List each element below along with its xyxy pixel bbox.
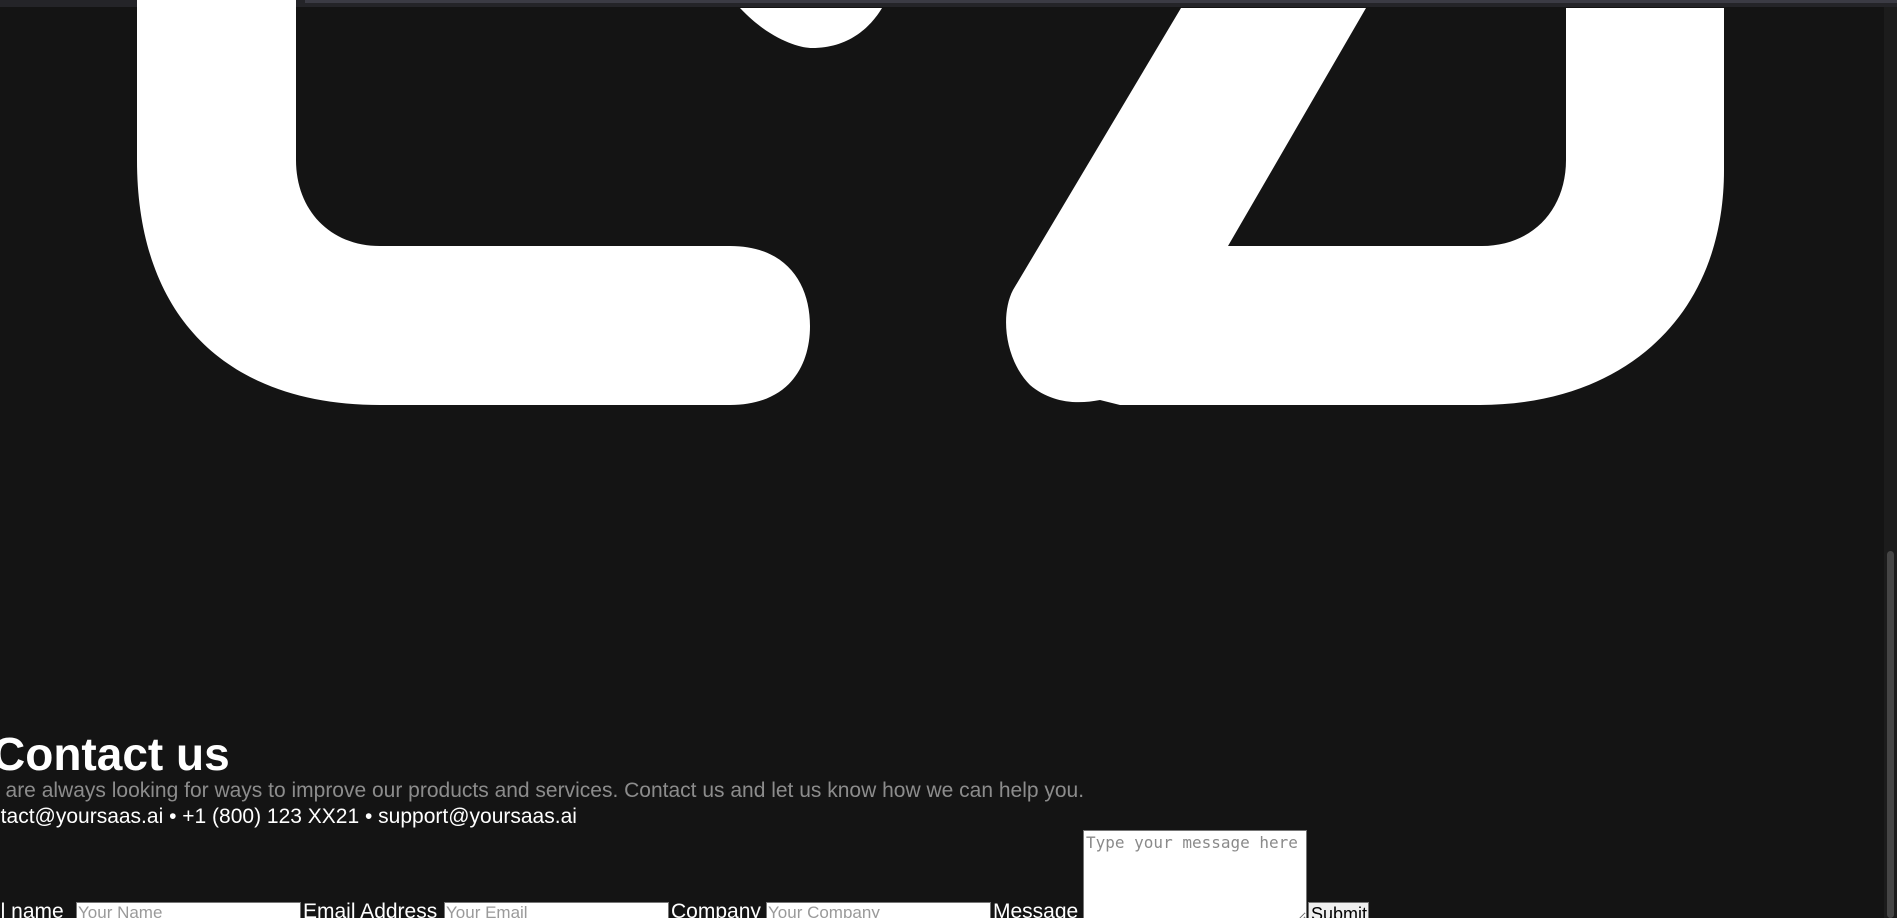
page-scrollbar-thumb[interactable] [1887,551,1894,918]
contact-description: e are always looking for ways to improve… [0,779,1085,802]
name-input[interactable] [76,902,301,918]
logo-right-stroke [1006,8,1724,405]
message-textarea[interactable] [1083,830,1307,918]
email-label: Email Address [303,900,438,918]
submit-button[interactable]: Submit [1308,902,1369,918]
logo-left-stroke [137,0,810,405]
name-label: ll name [0,900,64,918]
email-input[interactable] [444,902,669,918]
brand-logo-icon [137,0,1724,405]
message-label: Message [993,900,1079,918]
logo-dot [740,8,882,48]
contact-info-line: ntact@yoursaas.ai • +1 (800) 123 XX21 • … [0,805,577,828]
company-label: Company [671,900,761,918]
contact-form: ll name Email Address Company Message Su… [0,830,1897,918]
contact-title: Contact us [0,728,230,780]
company-input[interactable] [766,902,991,918]
